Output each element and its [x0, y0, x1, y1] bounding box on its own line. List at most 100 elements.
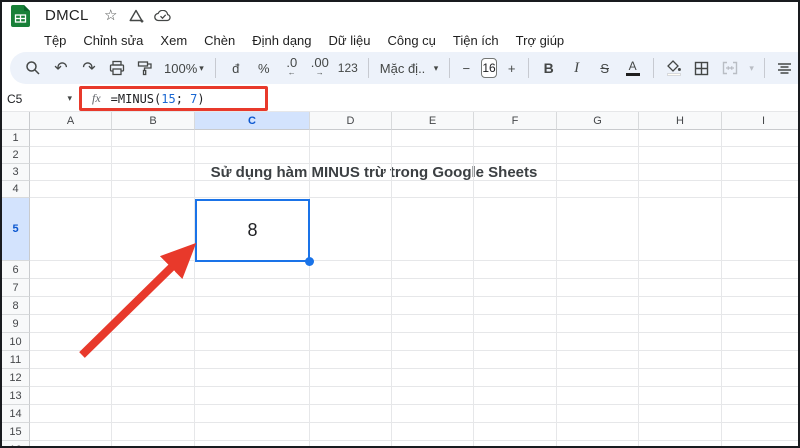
google-sheets-logo-icon [11, 5, 30, 27]
toolbar: ↶ ↷ 100% ▾ đ % .0 ← .00 → 123 Mặc đị... … [10, 52, 798, 84]
zoom-value: 100% [164, 60, 198, 76]
menu-item[interactable]: Xem [160, 33, 187, 48]
bold-button[interactable]: B [536, 55, 562, 81]
text-color-button[interactable]: A [620, 55, 646, 81]
undo-button[interactable]: ↶ [48, 55, 74, 81]
right-arrow-icon: → [315, 68, 324, 77]
gridline [721, 130, 722, 446]
dropdown-arrow-icon: ▾ [67, 93, 72, 103]
formula-bar: C5 ▾ fx =MINUS(15; 7) [2, 86, 798, 112]
fill-color-bar [666, 73, 681, 76]
selected-cell-C5[interactable]: 8 [195, 199, 310, 262]
gridline [30, 350, 798, 351]
menu-item[interactable]: Tệp [44, 33, 66, 48]
gridline [111, 130, 112, 446]
print-button[interactable] [104, 55, 130, 81]
select-all-corner[interactable] [2, 112, 30, 130]
horizontal-align-icon [778, 62, 792, 74]
menubar: Tệp Chỉnh sửa Xem Chèn Định dạng Dữ liệu Công … [44, 30, 564, 50]
font-family-select[interactable]: Mặc đị... ▾ [376, 61, 443, 76]
row-header-11[interactable]: 11 [2, 351, 30, 369]
menu-item[interactable]: Chỉnh sửa [83, 33, 143, 48]
horizontal-align-button[interactable] [772, 55, 798, 81]
gridline [556, 130, 557, 446]
row-header-14[interactable]: 14 [2, 405, 30, 423]
column-header-I[interactable]: I [722, 112, 798, 130]
row-header-2[interactable]: 2 [2, 147, 30, 164]
column-header-G[interactable]: G [557, 112, 639, 130]
move-to-drive-icon[interactable] [128, 9, 144, 23]
row-header-1[interactable]: 1 [2, 130, 30, 147]
merge-cells-icon [722, 61, 737, 75]
spreadsheet-grid: Sử dụng hàm MINUS trừ trong Google Sheet… [2, 112, 798, 446]
menu-item[interactable]: Định dạng [252, 33, 311, 48]
fill-color-button[interactable] [661, 55, 687, 81]
column-header-B[interactable]: B [112, 112, 195, 130]
row-header-9[interactable]: 9 [2, 315, 30, 333]
gridline [30, 368, 798, 369]
row-header-12[interactable]: 12 [2, 369, 30, 387]
column-header-H[interactable]: H [639, 112, 722, 130]
dropdown-arrow-icon: ▾ [433, 62, 439, 73]
font-size-input[interactable]: 16 [481, 58, 497, 78]
borders-button[interactable] [689, 55, 715, 81]
toolbar-separator [449, 58, 451, 78]
google-sheets-window: DMCL ☆ Tệp Chỉnh sửa Xem Chèn Định dạng Dữ li… [0, 0, 800, 448]
gridline [30, 332, 798, 333]
row-header-10[interactable]: 10 [2, 333, 30, 351]
gridline [30, 260, 798, 261]
search-button[interactable] [20, 55, 46, 81]
fill-handle[interactable] [305, 257, 314, 266]
formula-input[interactable]: =MINUS(15; 7) [111, 92, 205, 106]
row-header-15[interactable]: 15 [2, 423, 30, 441]
zoom-select[interactable]: 100% ▾ [160, 61, 208, 76]
column-header-E[interactable]: E [392, 112, 474, 130]
document-status-cloud-icon[interactable] [154, 10, 172, 22]
borders-icon [694, 61, 709, 75]
name-box[interactable]: C5 ▾ [2, 86, 78, 111]
cell-reference: C5 [7, 91, 23, 106]
fx-icon: fx [92, 91, 101, 105]
menu-item[interactable]: Tiện ích [453, 33, 499, 48]
row-header-5[interactable]: 5 [2, 198, 30, 261]
menu-item[interactable]: Dữ liệu [329, 33, 371, 48]
gridline [391, 130, 392, 446]
paint-format-button[interactable] [132, 55, 158, 81]
toolbar-separator [367, 58, 369, 78]
toolbar-separator [652, 58, 654, 78]
row-header-3[interactable]: 3 [2, 164, 30, 181]
menu-item[interactable]: Chèn [204, 33, 235, 48]
gridline [30, 422, 798, 423]
column-header-D[interactable]: D [310, 112, 392, 130]
decrease-decimals-button[interactable]: .0 ← [279, 55, 305, 81]
merge-cells-dropdown[interactable]: ▾ [745, 55, 757, 81]
gridline [30, 197, 798, 198]
row-header-13[interactable]: 13 [2, 387, 30, 405]
menu-item[interactable]: Trợ giúp [516, 33, 565, 48]
row-header-16[interactable]: 16 [2, 441, 30, 446]
row-header-7[interactable]: 7 [2, 279, 30, 297]
selected-cell-value: 8 [247, 220, 258, 240]
format-percent-button[interactable]: % [251, 55, 277, 81]
increase-font-size-button[interactable]: + [503, 55, 521, 81]
gridline [30, 146, 798, 147]
document-title[interactable]: DMCL [45, 7, 89, 24]
decrease-font-size-button[interactable]: − [457, 55, 475, 81]
star-icon[interactable]: ☆ [104, 8, 117, 23]
format-currency-button[interactable]: đ [223, 55, 249, 81]
strikethrough-button[interactable]: S [592, 55, 618, 81]
increase-decimals-button[interactable]: .00 → [307, 55, 333, 81]
italic-button[interactable]: I [564, 55, 590, 81]
formula-part: =MINUS( [110, 91, 162, 106]
merge-cells-button[interactable] [717, 55, 743, 81]
menu-item[interactable]: Công cụ [387, 33, 435, 48]
column-header-C[interactable]: C [195, 112, 310, 130]
row-header-8[interactable]: 8 [2, 297, 30, 315]
row-header-6[interactable]: 6 [2, 261, 30, 279]
more-formats-button[interactable]: 123 [335, 55, 361, 81]
gridline [309, 130, 310, 446]
redo-button[interactable]: ↷ [76, 55, 102, 81]
row-header-4[interactable]: 4 [2, 181, 30, 198]
column-header-F[interactable]: F [474, 112, 557, 130]
column-header-A[interactable]: A [30, 112, 112, 130]
